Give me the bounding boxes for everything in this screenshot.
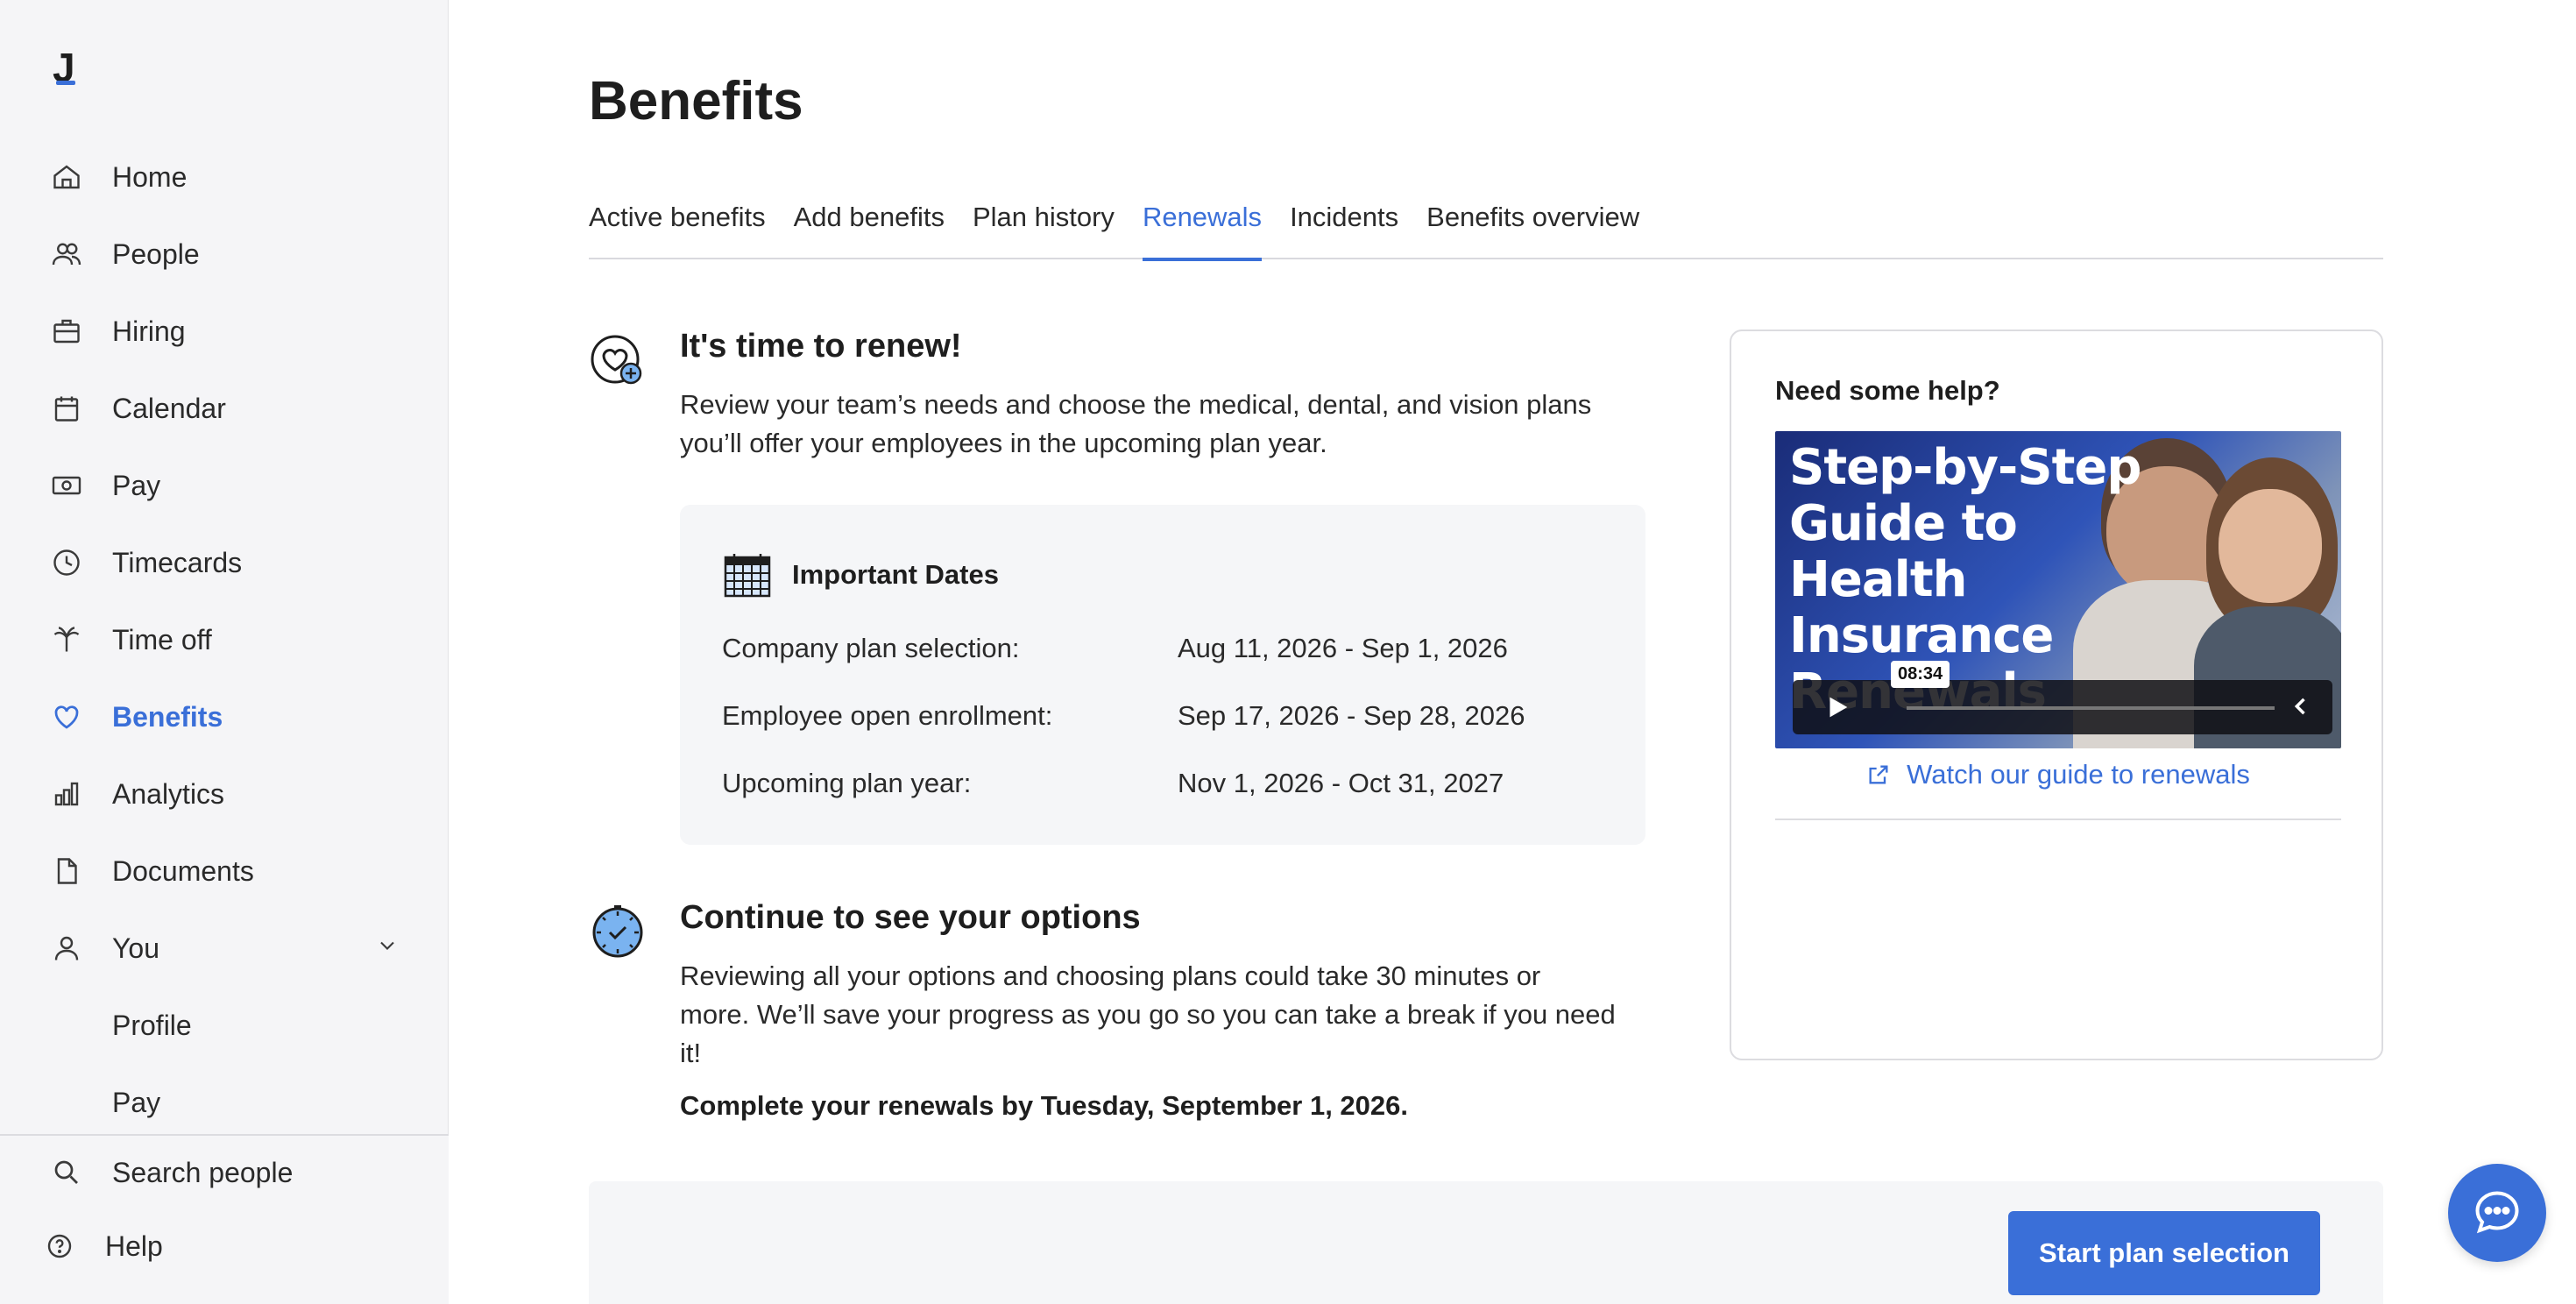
renew-text-line-1: Review your team’s needs and choose the … xyxy=(680,389,1592,420)
heart-plus-icon xyxy=(589,331,647,389)
chevron-down-icon[interactable] xyxy=(375,932,400,965)
video-face-right xyxy=(2219,489,2322,603)
clock-icon xyxy=(49,545,84,580)
sidebar-item-people[interactable]: People xyxy=(0,216,449,293)
sidebar-item-calendar[interactable]: Calendar xyxy=(0,370,449,447)
sidebar-item-benefits[interactable]: Benefits xyxy=(0,678,449,755)
video-duration: 08:34 xyxy=(1891,661,1950,688)
options-text-line-3: it! xyxy=(680,1038,702,1068)
date-label-company: Company plan selection: xyxy=(722,633,1020,663)
bar-chart-icon xyxy=(49,776,84,811)
video-title-line: Insurance xyxy=(1789,607,2054,664)
chevron-left-icon[interactable] xyxy=(2289,694,2313,723)
document-icon xyxy=(49,854,84,889)
tab-bar: Active benefits Add benefits Plan histor… xyxy=(589,195,2383,261)
help-card: Need some help? Step-by-Step Guide to He… xyxy=(1730,330,2383,1060)
date-value-company: Aug 11, 2026 - Sep 1, 2026 xyxy=(1178,633,1508,663)
date-value-enrollment: Sep 17, 2026 - Sep 28, 2026 xyxy=(1178,700,1525,731)
sidebar-item-label: Pay xyxy=(112,469,161,501)
video-title-line: Step-by-Step xyxy=(1789,439,2141,496)
sidebar-item-timecards[interactable]: Timecards xyxy=(0,524,449,601)
sidebar-item-label: Search people xyxy=(112,1156,294,1188)
tab-plan-history[interactable]: Plan history xyxy=(973,195,1115,259)
tab-incidents[interactable]: Incidents xyxy=(1290,195,1398,259)
action-footer: Start plan selection xyxy=(589,1181,2383,1304)
main-content: Benefits Active benefits Add benefits Pl… xyxy=(449,0,2576,1304)
help-title: Need some help? xyxy=(1775,375,2000,406)
sidebar-item-pay[interactable]: Pay xyxy=(0,447,449,524)
options-title: Continue to see your options xyxy=(680,899,1141,936)
sidebar-item-label: Documents xyxy=(112,854,254,887)
help-icon xyxy=(42,1229,77,1264)
sidebar-item-label: You xyxy=(112,932,159,964)
external-link-icon xyxy=(1866,762,1891,787)
chat-button[interactable] xyxy=(2448,1164,2546,1262)
user-icon xyxy=(49,931,84,966)
sidebar-item-label: Benefits xyxy=(112,700,223,733)
sidebar-bottom: Search people Help xyxy=(0,1134,449,1304)
options-text-line-1: Reviewing all your options and choosing … xyxy=(680,960,1541,991)
calendar-grid-icon xyxy=(722,552,773,604)
money-icon xyxy=(49,468,84,503)
sidebar-subitem-pay[interactable]: Pay xyxy=(0,1064,449,1141)
sidebar-item-label: Calendar xyxy=(112,392,226,424)
sidebar-subitem-profile[interactable]: Profile xyxy=(0,987,449,1064)
logo-underline xyxy=(56,81,75,85)
sidebar-item-hiring[interactable]: Hiring xyxy=(0,293,449,370)
tab-renewals[interactable]: Renewals xyxy=(1142,195,1263,261)
tab-benefits-overview[interactable]: Benefits overview xyxy=(1426,195,1639,259)
date-value-plan-year: Nov 1, 2026 - Oct 31, 2027 xyxy=(1178,768,1504,798)
sidebar-item-label: Timecards xyxy=(112,546,243,578)
heart-icon xyxy=(49,699,84,734)
video-player[interactable]: Step-by-Step Guide to Health Insurance R… xyxy=(1775,431,2341,748)
palm-tree-icon xyxy=(49,622,84,657)
sidebar-item-documents[interactable]: Documents xyxy=(0,833,449,910)
people-icon xyxy=(49,237,84,272)
start-plan-selection-button[interactable]: Start plan selection xyxy=(2008,1211,2320,1295)
sidebar-item-label: Time off xyxy=(112,623,212,656)
important-dates-card: Important Dates Company plan selection: … xyxy=(680,505,1645,845)
renewal-deadline: Complete your renewals by Tuesday, Septe… xyxy=(680,1090,1409,1121)
chat-bubble-icon xyxy=(2471,1187,2523,1239)
page-title: Benefits xyxy=(589,71,803,131)
video-title-line: Health xyxy=(1789,551,1967,608)
important-dates-title: Important Dates xyxy=(792,559,999,590)
sidebar-item-search-people[interactable]: Search people xyxy=(0,1136,449,1209)
sidebar-item-home[interactable]: Home xyxy=(0,138,449,216)
date-label-enrollment: Employee open enrollment: xyxy=(722,700,1053,731)
sidebar-item-help[interactable]: Help xyxy=(0,1209,449,1283)
play-icon[interactable] xyxy=(1822,692,1852,726)
sidebar-item-label: Home xyxy=(112,160,188,193)
briefcase-icon xyxy=(49,314,84,349)
date-label-plan-year: Upcoming plan year: xyxy=(722,768,972,798)
renew-title: It's time to renew! xyxy=(680,328,962,365)
search-icon xyxy=(49,1155,84,1190)
tab-add-benefits[interactable]: Add benefits xyxy=(794,195,945,259)
video-title-overlay: Step-by-Step Guide to Health Insurance R… xyxy=(1789,440,2157,720)
video-progress-bar[interactable] xyxy=(1907,706,2275,710)
tab-active-benefits[interactable]: Active benefits xyxy=(589,195,766,259)
sidebar-item-label: People xyxy=(112,237,200,270)
options-text-line-2: more. We’ll save your progress as you go… xyxy=(680,999,1616,1030)
sidebar-item-label: Help xyxy=(105,1230,163,1262)
home-icon xyxy=(49,159,84,195)
video-title-line: Guide to xyxy=(1789,495,2018,552)
calendar-icon xyxy=(49,391,84,426)
watch-guide-link[interactable]: Watch our guide to renewals xyxy=(1731,759,2385,790)
sidebar: J Home People Hiring Calendar Pay Timeca… xyxy=(0,0,449,1304)
sidebar-item-you[interactable]: You xyxy=(0,910,449,987)
sidebar-item-label: Hiring xyxy=(112,315,186,347)
sidebar-item-label: Analytics xyxy=(112,777,225,810)
clock-check-icon xyxy=(589,903,647,960)
sidebar-nav: Home People Hiring Calendar Pay Timecard… xyxy=(0,138,449,1141)
watch-guide-link-text: Watch our guide to renewals xyxy=(1907,759,2250,790)
renew-text-line-2: you’ll offer your employees in the upcom… xyxy=(680,428,1327,458)
sidebar-item-time-off[interactable]: Time off xyxy=(0,601,449,678)
sidebar-item-analytics[interactable]: Analytics xyxy=(0,755,449,833)
help-divider xyxy=(1775,819,2341,820)
